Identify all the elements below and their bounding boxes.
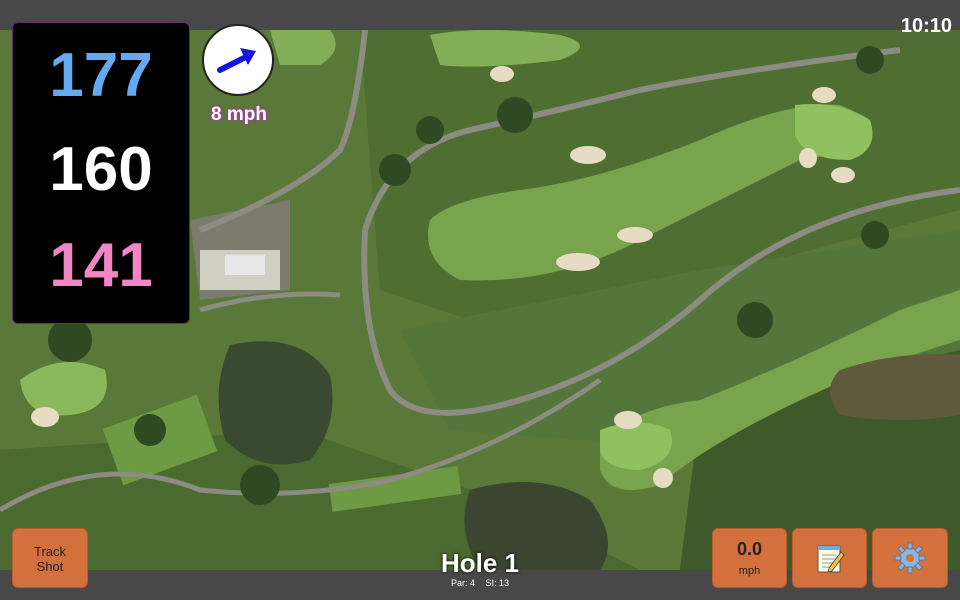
- distance-front: 141: [49, 231, 153, 300]
- hole-stroke-index: SI: 13: [485, 578, 510, 588]
- wind-speed-label: 8 mph: [211, 104, 267, 125]
- wind-arrow-icon: [217, 48, 256, 73]
- wind-indicator: [202, 24, 274, 96]
- track-shot-label: Track Shot: [33, 544, 67, 574]
- gear-icon: [894, 542, 926, 574]
- distance-back: 177: [49, 41, 153, 110]
- notes-button[interactable]: [792, 528, 867, 588]
- hole-info: Par: 4 SI: 13: [380, 577, 580, 589]
- settings-button[interactable]: [872, 528, 948, 588]
- hole-par: Par: 4: [450, 578, 475, 588]
- distance-center: 160: [49, 135, 153, 204]
- notepad-icon: [817, 545, 845, 573]
- wind-speed-button[interactable]: 0.0 mph: [712, 528, 787, 588]
- clock: 10:10: [900, 15, 952, 37]
- wind-speed-value: 0.0: [736, 539, 763, 559]
- distance-panel: 177 160 141: [12, 22, 190, 324]
- hole-title: Hole 1: [440, 548, 520, 578]
- track-shot-button[interactable]: Track Shot: [12, 528, 88, 588]
- wind-speed-unit: mph: [738, 565, 761, 577]
